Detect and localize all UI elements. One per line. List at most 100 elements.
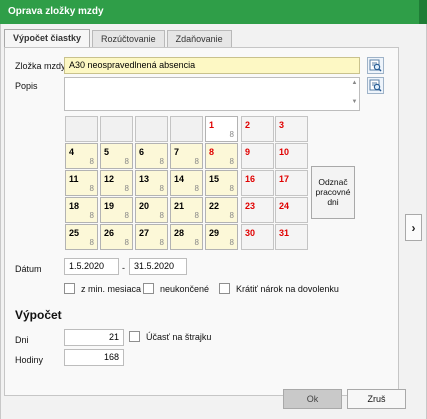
zlozka-field[interactable]: A30 neospravedlnená absencia: [64, 57, 360, 74]
hodiny-field[interactable]: 168: [64, 349, 124, 366]
ok-button[interactable]: Ok: [283, 389, 342, 409]
calendar-day-hours: 8: [194, 184, 199, 193]
side-expand-button[interactable]: ›: [405, 214, 422, 241]
popis-scroll-down-icon[interactable]: ▼: [351, 99, 358, 105]
calendar-day[interactable]: 16: [241, 170, 274, 196]
calendar-day[interactable]: 28 8: [170, 224, 203, 250]
calendar-day[interactable]: 88: [205, 143, 238, 169]
neukoncene-checkbox[interactable]: [143, 283, 154, 294]
mark-workdays-button[interactable]: Odznač pracovné dni: [311, 166, 355, 219]
calendar-day[interactable]: 20 8: [135, 197, 168, 223]
search-list-icon: [369, 79, 382, 92]
calendar-day[interactable]: 27 8: [135, 224, 168, 250]
calendar-day-number: 20: [139, 201, 150, 211]
calendar-day-hours: 8: [124, 238, 129, 247]
calendar-day-hours: 8: [89, 238, 94, 247]
tab-strip: Výpočet čiastky Rozúčtovanie Zdaňovanie: [4, 29, 234, 48]
calendar-day[interactable]: 18: [205, 116, 238, 142]
calendar-day[interactable]: 22 8: [205, 197, 238, 223]
calendar-day-number: 1: [209, 120, 215, 130]
calendar-empty-cell: [65, 116, 98, 142]
calendar-day-hours: 8: [194, 211, 199, 220]
calendar-day-hours: 8: [159, 157, 164, 166]
popis-field[interactable]: [64, 77, 360, 111]
calendar-day-number: 24: [279, 201, 290, 211]
kratit-narok-checkbox[interactable]: [219, 283, 230, 294]
calendar-day[interactable]: 12 8: [100, 170, 133, 196]
tab-rozuctovanie[interactable]: Rozúčtovanie: [92, 30, 165, 47]
calendar-day-number: 3: [279, 120, 285, 130]
calendar-day[interactable]: 25 8: [65, 224, 98, 250]
calendar-day-hours: 8: [124, 184, 129, 193]
calendar-day[interactable]: 24: [275, 197, 308, 223]
calendar-day-number: 10: [279, 147, 290, 157]
calendar-day-number: 26: [104, 228, 115, 238]
calendar-day-number: 6: [139, 147, 145, 157]
popis-label: Popis: [15, 81, 38, 91]
hodiny-label: Hodiny: [15, 355, 44, 365]
ucast-na-strajku-label: Účasť na štrajku: [146, 332, 212, 342]
calendar-day-number: 12: [104, 174, 115, 184]
calendar-day-number: 5: [104, 147, 110, 157]
tab-vypocet-ciastky[interactable]: Výpočet čiastky: [4, 29, 91, 48]
calendar-day[interactable]: 15 8: [205, 170, 238, 196]
calendar-day-number: 2: [245, 120, 251, 130]
calendar-day-number: 17: [279, 174, 290, 184]
calendar-day[interactable]: 31: [275, 224, 308, 250]
calendar-day-hours: 8: [229, 238, 234, 247]
calendar-day[interactable]: 21 8: [170, 197, 203, 223]
calendar-day-number: 18: [69, 201, 80, 211]
calendar-day[interactable]: 14 8: [170, 170, 203, 196]
calendar-day[interactable]: 11 8: [65, 170, 98, 196]
popis-scroll-up-icon[interactable]: ▲: [351, 80, 358, 86]
popis-lookup-button[interactable]: [367, 77, 384, 94]
date-to-field[interactable]: 31.5.2020: [129, 258, 187, 275]
calendar-day[interactable]: 10: [275, 143, 308, 169]
calendar-day-number: 9: [245, 147, 251, 157]
z-min-mesiaca-checkbox[interactable]: [64, 283, 75, 294]
kratit-narok-label: Krátiť nárok na dovolenku: [236, 284, 339, 294]
tab-zdanovanie[interactable]: Zdaňovanie: [166, 30, 232, 47]
calendar-day[interactable]: 3: [275, 116, 308, 142]
title-accent: [419, 0, 427, 24]
date-from-field[interactable]: 1.5.2020: [64, 258, 119, 275]
calendar-day-number: 23: [245, 201, 256, 211]
calendar-day-number: 8: [209, 147, 215, 157]
calendar-day[interactable]: 2: [241, 116, 274, 142]
datum-label: Dátum: [15, 264, 42, 274]
calendar-day-hours: 8: [229, 130, 234, 139]
z-min-mesiaca-label: z min. mesiaca: [81, 284, 142, 294]
calendar-day-hours: 8: [124, 211, 129, 220]
calendar-day-hours: 8: [89, 184, 94, 193]
calendar-day-hours: 8: [229, 184, 234, 193]
calendar-day-number: 11: [69, 174, 79, 184]
vypocet-heading: Výpočet: [15, 308, 62, 322]
zlozka-lookup-button[interactable]: [367, 57, 384, 74]
zlozka-label: Zložka mzdy: [15, 61, 66, 71]
calendar-day[interactable]: 68: [135, 143, 168, 169]
dni-field[interactable]: 21: [64, 329, 124, 346]
calendar-day[interactable]: 29 8: [205, 224, 238, 250]
calendar-day-hours: 8: [159, 238, 164, 247]
calendar-day-hours: 8: [194, 157, 199, 166]
calendar-day[interactable]: 58: [100, 143, 133, 169]
calendar-day[interactable]: 23: [241, 197, 274, 223]
calendar-day[interactable]: 30: [241, 224, 274, 250]
calendar-day-hours: 8: [194, 238, 199, 247]
calendar-day[interactable]: 48: [65, 143, 98, 169]
calendar-day[interactable]: 78: [170, 143, 203, 169]
calendar-day-number: 14: [174, 174, 185, 184]
calendar-empty-cell: [100, 116, 133, 142]
ucast-na-strajku-checkbox[interactable]: [129, 331, 140, 342]
calendar-day[interactable]: 13 8: [135, 170, 168, 196]
cancel-button[interactable]: Zruš: [347, 389, 406, 409]
calendar-day-number: 28: [174, 228, 185, 238]
calendar-day-number: 19: [104, 201, 115, 211]
calendar-day[interactable]: 26 8: [100, 224, 133, 250]
calendar-day[interactable]: 18 8: [65, 197, 98, 223]
title-bar: Oprava zložky mzdy: [0, 0, 427, 24]
calendar-day[interactable]: 9: [241, 143, 274, 169]
calendar-day[interactable]: 17: [275, 170, 308, 196]
calendar-day-number: 27: [139, 228, 150, 238]
calendar-day[interactable]: 19 8: [100, 197, 133, 223]
